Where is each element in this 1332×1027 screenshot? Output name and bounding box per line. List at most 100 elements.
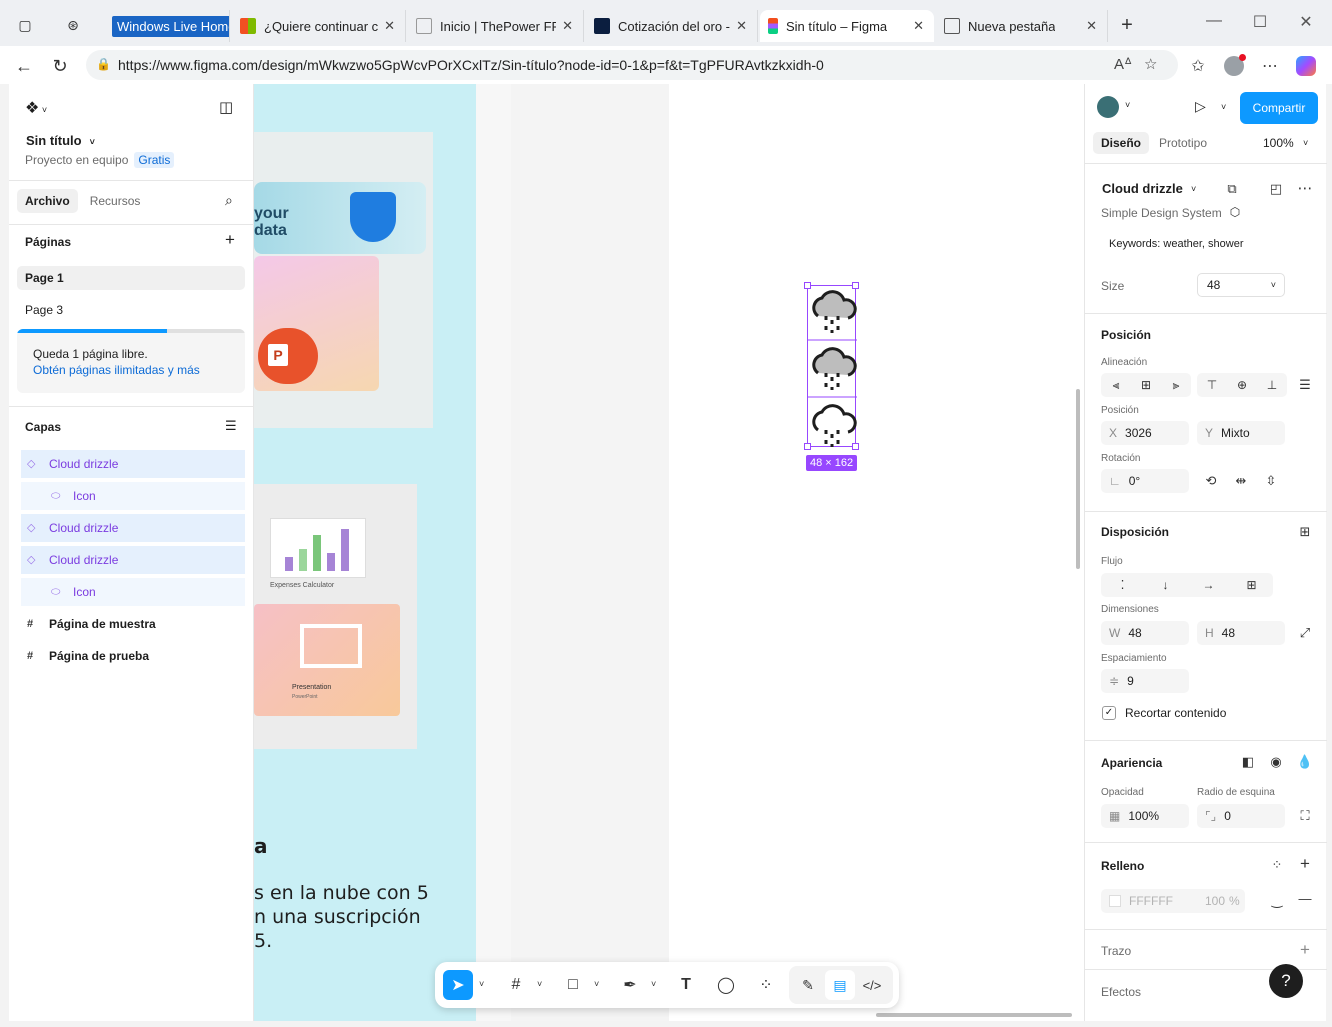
flow-vertical-icon[interactable]: ↓: [1144, 573, 1187, 597]
layer-item-cloud-drizzle[interactable]: ◇ Cloud drizzle: [21, 546, 245, 574]
variable-mode-icon[interactable]: ◧: [1237, 754, 1259, 770]
tab-thepower[interactable]: Inicio | ThePower FP - ✕: [408, 10, 584, 42]
text-tool-icon[interactable]: T: [671, 970, 701, 1000]
horizontal-scrollbar[interactable]: [876, 1013, 1072, 1017]
favorites-icon[interactable]: ✩: [1186, 54, 1210, 78]
tab-quiere-continuar[interactable]: ¿Quiere continuar con ✕: [232, 10, 406, 42]
fill-color-field[interactable]: FFFFFF 100%: [1101, 889, 1245, 913]
opacity-field[interactable]: ▦ 100%: [1101, 804, 1189, 828]
actions-tool-icon[interactable]: ⁘: [751, 970, 781, 1000]
remove-fill-icon[interactable]: —: [1294, 891, 1316, 906]
align-middle-icon[interactable]: ⊕: [1227, 373, 1257, 397]
eye-closed-icon[interactable]: ‿: [1266, 893, 1288, 909]
x-position-field[interactable]: X 3026: [1101, 421, 1189, 445]
page-item-page-3[interactable]: Page 3: [17, 298, 245, 322]
favorite-star-icon[interactable]: ☆: [1144, 55, 1157, 73]
sidebar-toggle-icon[interactable]: ◫: [219, 98, 233, 116]
height-field[interactable]: H 48: [1197, 621, 1285, 645]
chevron-down-icon[interactable]: ˅: [1191, 184, 1196, 194]
spacing-field[interactable]: ≑ 9: [1101, 669, 1189, 693]
resize-to-fit-icon[interactable]: ⤢: [1294, 625, 1316, 641]
resize-handle[interactable]: [852, 282, 859, 289]
close-icon[interactable]: ✕: [1080, 18, 1097, 34]
design-mode-icon[interactable]: ▤: [825, 970, 855, 1000]
page-item-page-1[interactable]: Page 1: [17, 266, 245, 290]
close-icon[interactable]: ✕: [378, 18, 395, 34]
align-right-icon[interactable]: ⫸: [1161, 373, 1191, 397]
add-fill-icon[interactable]: +: [1294, 854, 1316, 874]
close-icon[interactable]: ✕: [907, 18, 924, 34]
width-field[interactable]: W 48: [1101, 621, 1189, 645]
copilot-workspace-icon[interactable]: ⊛: [62, 14, 84, 36]
flow-grid-icon[interactable]: ⊞: [1230, 573, 1273, 597]
component-swap-icon[interactable]: ⧉: [1221, 181, 1243, 197]
flip-horizontal-icon[interactable]: ⇹: [1230, 473, 1252, 489]
flip-vertical-icon[interactable]: ⇳: [1260, 473, 1282, 489]
upsell-link[interactable]: Obtén páginas ilimitadas y más: [33, 363, 200, 377]
add-page-icon[interactable]: +: [225, 230, 235, 250]
tab-archivo[interactable]: Archivo: [17, 189, 78, 213]
selection-box[interactable]: [804, 282, 859, 450]
chevron-down-icon[interactable]: ˅: [651, 979, 656, 989]
more-menu-icon[interactable]: ⋯: [1258, 54, 1282, 78]
align-top-icon[interactable]: ⊤: [1197, 373, 1227, 397]
y-position-field[interactable]: Y Mixto: [1197, 421, 1285, 445]
rotation-field[interactable]: ∟ 0°: [1101, 469, 1189, 493]
layer-item-pagina-de-prueba[interactable]: # Página de prueba: [21, 642, 245, 670]
more-options-icon[interactable]: ⋯: [1294, 179, 1316, 197]
distribute-icon[interactable]: ☰: [1294, 377, 1316, 393]
resize-handle[interactable]: [804, 443, 811, 450]
dev-mode-icon[interactable]: </>: [857, 970, 887, 1000]
corner-radius-field[interactable]: ⌜⌟ 0: [1197, 804, 1285, 828]
profile-avatar[interactable]: [1222, 54, 1246, 78]
minimize-icon[interactable]: —: [1202, 12, 1226, 30]
pen-tool-icon[interactable]: ✒: [615, 970, 645, 1000]
move-tool-icon[interactable]: ➤: [443, 970, 473, 1000]
chevron-down-icon[interactable]: ˅: [1125, 100, 1130, 110]
vertical-scrollbar[interactable]: [1076, 389, 1080, 569]
draw-mode-icon[interactable]: ✎: [793, 970, 823, 1000]
eye-icon[interactable]: ◉: [1265, 754, 1287, 770]
blend-mode-icon[interactable]: 💧: [1294, 754, 1316, 770]
canvas[interactable]: your data P Expenses Calculator Presenta…: [254, 84, 1084, 1021]
window-close-icon[interactable]: ✕: [1294, 12, 1318, 32]
figma-menu-icon[interactable]: ❖ ˅: [25, 98, 47, 118]
tab-diseno[interactable]: Diseño: [1093, 132, 1150, 154]
resize-handle[interactable]: [804, 282, 811, 289]
flow-horizontal-icon[interactable]: →: [1187, 573, 1230, 597]
rectangle-tool-icon[interactable]: □: [558, 970, 588, 1000]
new-tab-button[interactable]: +: [1116, 14, 1138, 36]
tab-windows-live[interactable]: Windows Live Home: [104, 10, 230, 42]
flow-free-icon[interactable]: ⁚: [1101, 573, 1144, 597]
file-title[interactable]: Sin título ˅: [26, 133, 95, 148]
help-button[interactable]: ?: [1269, 964, 1303, 998]
tab-figma[interactable]: Sin título – Figma ✕: [760, 10, 934, 42]
layer-item-cloud-drizzle[interactable]: ◇ Cloud drizzle: [21, 514, 245, 542]
clip-content-checkbox[interactable]: ✓: [1102, 706, 1116, 720]
size-select[interactable]: 48 ˅: [1197, 273, 1285, 297]
plan-badge[interactable]: Gratis: [134, 152, 175, 168]
zoom-level[interactable]: 100%: [1263, 136, 1294, 150]
rotate-icon[interactable]: ⟲: [1200, 473, 1222, 489]
share-button[interactable]: Compartir: [1240, 92, 1318, 124]
independent-corners-icon[interactable]: ⛶: [1294, 808, 1316, 824]
maximize-icon[interactable]: ☐: [1248, 12, 1272, 32]
component-name[interactable]: Cloud drizzle: [1102, 181, 1183, 196]
resize-handle[interactable]: [852, 443, 859, 450]
layer-item-pagina-de-muestra[interactable]: # Página de muestra: [21, 610, 245, 638]
tab-nueva-pestana[interactable]: Nueva pestaña ✕: [936, 10, 1108, 42]
tab-actions-icon[interactable]: ▢: [14, 14, 36, 36]
read-aloud-icon[interactable]: Aᐞ: [1114, 55, 1132, 73]
chevron-down-icon[interactable]: ˅: [1221, 102, 1226, 112]
chevron-down-icon[interactable]: ˅: [594, 979, 599, 989]
tab-prototipo[interactable]: Prototipo: [1159, 136, 1207, 150]
refresh-icon[interactable]: ↻: [48, 54, 72, 78]
present-icon[interactable]: ▷: [1195, 98, 1206, 115]
go-to-main-icon[interactable]: ◰: [1265, 181, 1287, 197]
styles-icon[interactable]: ⁘: [1266, 857, 1288, 873]
chevron-down-icon[interactable]: ˅: [537, 979, 542, 989]
tab-recursos[interactable]: Recursos: [82, 189, 149, 213]
close-icon[interactable]: ✕: [556, 18, 573, 34]
layer-item-icon[interactable]: ⬭ Icon: [21, 482, 245, 510]
close-icon[interactable]: ✕: [730, 18, 747, 34]
